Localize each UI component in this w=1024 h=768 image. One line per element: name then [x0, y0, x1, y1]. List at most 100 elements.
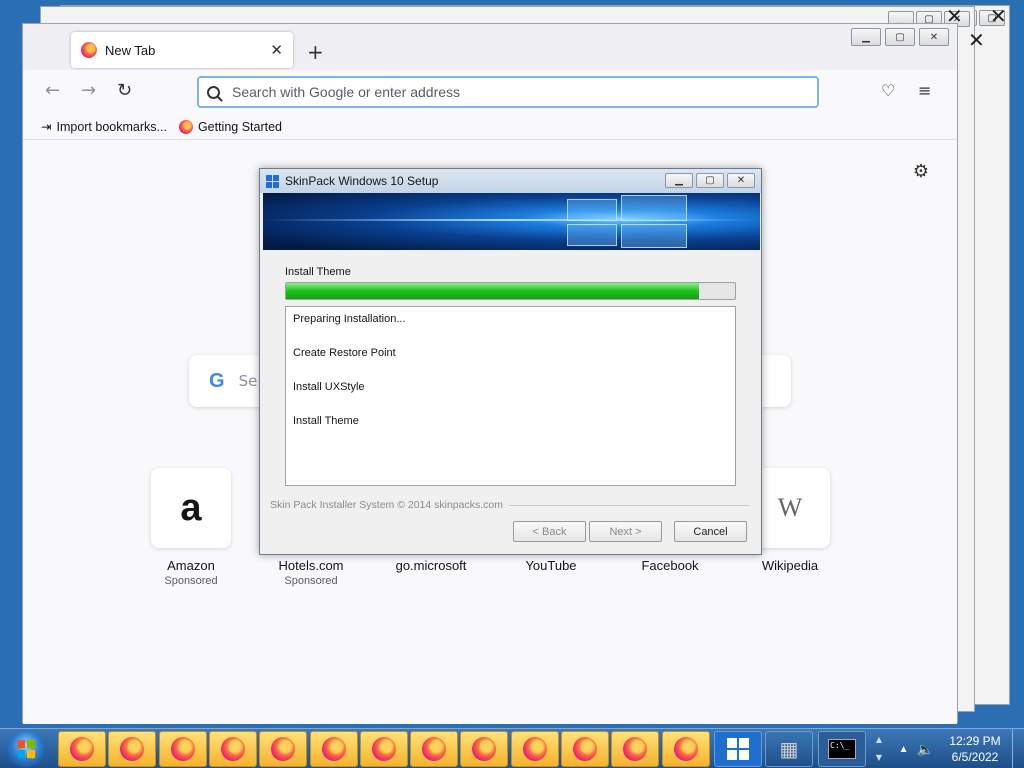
- progress-fill: [286, 283, 700, 299]
- clock[interactable]: 12:29 PM 6/5/2022: [940, 733, 1010, 765]
- dialog-title: SkinPack Windows 10 Setup: [285, 174, 439, 188]
- firefox-icon: [120, 737, 145, 761]
- tab-strip: New Tab ✕ + ▁ ▢ ✕: [23, 24, 957, 70]
- back-button[interactable]: < Back: [513, 521, 586, 542]
- hamburger-menu-icon[interactable]: ≡: [918, 81, 931, 100]
- settings-gear-icon[interactable]: ⚙: [913, 161, 929, 182]
- minimize-icon[interactable]: ▁: [665, 173, 693, 188]
- taskbar-firefox-button[interactable]: [309, 731, 358, 767]
- firefox-icon: [371, 737, 396, 761]
- windows-logo-icon: [266, 174, 279, 188]
- taskbar-firefox-button[interactable]: [460, 731, 509, 767]
- import-bookmarks-link[interactable]: ⇥ Import bookmarks...: [41, 119, 167, 135]
- top-site-name: Wikipedia: [761, 558, 819, 573]
- dialog-window-controls: ▁ ▢ ✕: [665, 173, 755, 188]
- top-site-name: Hotels.com: [278, 558, 344, 573]
- close-icon[interactable]: ✕: [990, 4, 1007, 28]
- start-button[interactable]: [6, 731, 46, 767]
- reload-icon[interactable]: ↻: [117, 80, 132, 101]
- windows-logo-icon: [727, 738, 749, 760]
- address-bar[interactable]: [197, 76, 819, 108]
- taskbar-firefox-button[interactable]: [108, 731, 157, 767]
- show-desktop-button[interactable]: [1012, 729, 1024, 768]
- taskbar-scroll[interactable]: ▲ ▼: [873, 731, 885, 767]
- pocket-icon[interactable]: ♡: [881, 81, 895, 100]
- firefox-icon: [522, 737, 547, 761]
- firefox-icon: [422, 737, 447, 761]
- close-icon[interactable]: ✕: [919, 28, 949, 46]
- close-icon[interactable]: ✕: [968, 28, 985, 52]
- getting-started-link[interactable]: Getting Started: [178, 119, 283, 134]
- firefox-icon: [321, 737, 346, 761]
- maximize-icon[interactable]: ▢: [885, 28, 915, 46]
- taskbar-command-prompt[interactable]: C:\_: [818, 731, 866, 767]
- list-item: Install Theme: [293, 415, 359, 427]
- taskbar-firefox-button[interactable]: [359, 731, 408, 767]
- show-hidden-icons-icon[interactable]: ▲: [899, 744, 909, 755]
- sponsored-label: Sponsored: [284, 575, 338, 587]
- clock-time: 12:29 PM: [949, 734, 1001, 748]
- firefox-icon: [623, 737, 648, 761]
- url-input[interactable]: [232, 84, 792, 100]
- next-button[interactable]: Next >: [589, 521, 662, 542]
- firefox-icon: [81, 42, 97, 58]
- volume-icon[interactable]: 🔈: [917, 741, 934, 758]
- firefox-icon: [220, 737, 245, 761]
- tab-new-tab[interactable]: New Tab ✕: [71, 32, 293, 68]
- taskbar-firefox-button[interactable]: [208, 731, 257, 767]
- list-item: Install UXStyle: [293, 381, 365, 393]
- taskbar-firefox-button[interactable]: [611, 731, 660, 767]
- command-prompt-icon: C:\_: [828, 739, 856, 759]
- navigation-toolbar: ← → ↻ ♡ ≡: [23, 70, 957, 114]
- firefox-icon: [573, 737, 597, 761]
- google-icon: G: [209, 369, 225, 392]
- taskbar-windows-app[interactable]: [714, 731, 762, 767]
- firefox-icon: [472, 737, 497, 761]
- import-icon: ⇥: [41, 120, 52, 134]
- firefox-icon: [271, 737, 296, 761]
- web-search-placeholder: Se: [238, 372, 258, 390]
- bookmarks-toolbar: ⇥ Import bookmarks... Getting Started: [23, 114, 957, 140]
- forward-arrow-icon[interactable]: →: [81, 80, 96, 101]
- close-icon[interactable]: ✕: [727, 173, 755, 188]
- firefox-icon: [178, 119, 193, 134]
- divider: [509, 504, 750, 506]
- install-progress-bar: [285, 282, 736, 300]
- top-site-amazon[interactable]: a Amazon Sponsored: [136, 468, 246, 587]
- taskbar-firefox-button[interactable]: [561, 731, 609, 767]
- top-site-name: Facebook: [641, 558, 699, 573]
- list-item: Preparing Installation...: [293, 313, 406, 325]
- taskbar-firefox-button[interactable]: [510, 731, 559, 767]
- wikipedia-icon: W: [750, 468, 830, 548]
- clock-date: 6/5/2022: [951, 750, 999, 764]
- taskbar-firefox-button[interactable]: [259, 731, 308, 767]
- taskbar-firefox-button[interactable]: [58, 731, 106, 767]
- cancel-button[interactable]: Cancel: [674, 521, 747, 542]
- taskbar-firewall-app[interactable]: ▦: [765, 731, 813, 767]
- installer-footer: Skin Pack Installer System © 2014 skinpa…: [270, 499, 750, 511]
- minimize-icon[interactable]: ▁: [851, 28, 881, 46]
- taskbar-firefox-button[interactable]: [158, 731, 207, 767]
- amazon-icon: a: [151, 468, 231, 548]
- tab-title: New Tab: [105, 42, 156, 58]
- close-tab-icon[interactable]: ✕: [270, 41, 283, 59]
- maximize-icon[interactable]: ▢: [696, 173, 724, 188]
- brick-wall-icon: ▦: [779, 737, 799, 761]
- list-item: Create Restore Point: [293, 347, 396, 359]
- firefox-icon: [170, 737, 195, 761]
- back-arrow-icon[interactable]: ←: [45, 80, 60, 101]
- getting-started-label: Getting Started: [197, 119, 283, 134]
- steps-list: Preparing Installation... Create Restore…: [285, 306, 736, 486]
- taskbar: ▦ C:\_ ▲ ▼ ▲ 🔈 12:29 PM 6/5/2022: [0, 728, 1024, 768]
- stage-label: Install Theme: [285, 266, 351, 278]
- setup-dialog: SkinPack Windows 10 Setup ▁ ▢ ✕ Install …: [259, 168, 762, 555]
- system-tray: ▲ 🔈 12:29 PM 6/5/2022: [899, 729, 1024, 768]
- import-bookmarks-label: Import bookmarks...: [56, 119, 167, 134]
- window-controls: ▁ ▢ ✕: [851, 28, 949, 46]
- taskbar-firefox-button[interactable]: [661, 731, 710, 767]
- new-tab-plus-icon[interactable]: +: [307, 40, 324, 64]
- windows-logo-icon: [17, 739, 36, 759]
- search-icon: [207, 85, 220, 99]
- sponsored-label: Sponsored: [164, 575, 218, 587]
- taskbar-firefox-button[interactable]: [410, 731, 459, 767]
